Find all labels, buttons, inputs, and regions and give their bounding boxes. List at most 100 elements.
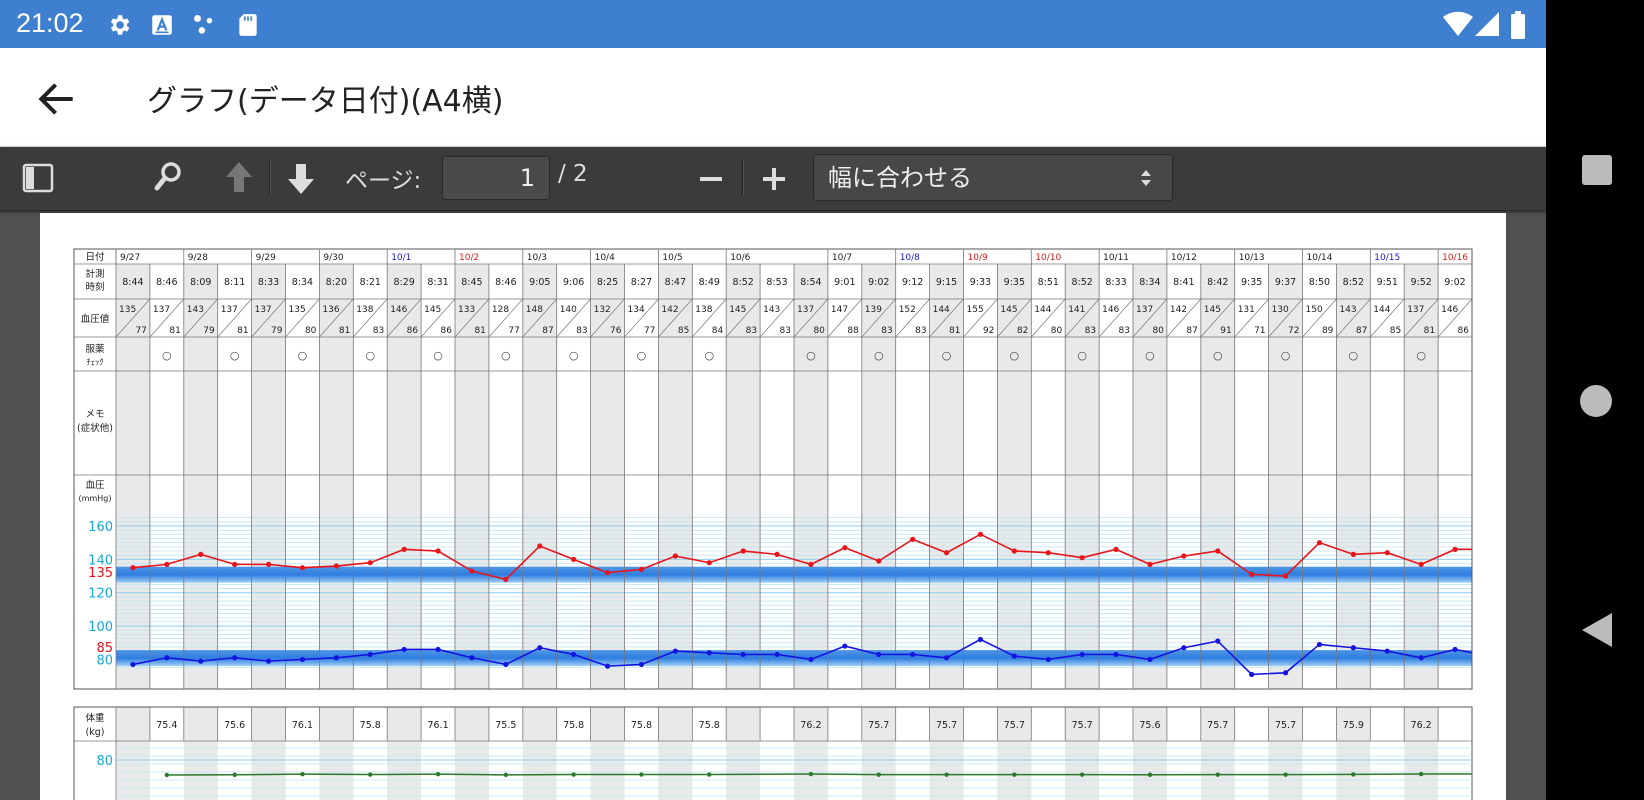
page-number-input[interactable]: 1	[442, 156, 550, 200]
diastolic-point	[1147, 656, 1153, 663]
weight-cell: 76.2	[1411, 720, 1432, 731]
medication-cell: ○	[569, 349, 579, 362]
systolic-point	[232, 561, 238, 567]
time-cell: 8:42	[1207, 277, 1228, 288]
diastolic-cell: 83	[746, 326, 757, 336]
weight-point	[1147, 772, 1153, 777]
time-cell: 8:54	[800, 277, 821, 288]
diastolic-point	[1350, 645, 1356, 651]
systolic-point	[1011, 548, 1017, 554]
zoom-value: 幅に合わせる	[828, 164, 972, 192]
zoom-out-icon[interactable]	[700, 176, 722, 182]
date-label: 10/1	[391, 253, 411, 263]
diastolic-point	[1113, 651, 1119, 658]
date-label: 9/27	[120, 253, 140, 263]
weight-point	[300, 771, 305, 777]
diastolic-cell: 79	[271, 326, 283, 336]
systolic-cell: 133	[458, 305, 475, 315]
diastolic-cell: 86	[407, 326, 419, 336]
medication-cell: ○	[1416, 349, 1426, 362]
settings-icon	[110, 15, 130, 35]
diastolic-point	[774, 651, 780, 658]
medication-cell: ○	[230, 349, 240, 362]
diastolic-point	[977, 636, 984, 643]
medication-cell: ○	[433, 349, 443, 362]
weight-cell: 76.1	[427, 720, 448, 731]
systolic-cell: 138	[356, 305, 373, 315]
systolic-point	[604, 570, 611, 576]
zoom-select[interactable]: 幅に合わせる	[813, 154, 1173, 201]
screen: 21:02 グラフ(データ日付)(A4横) ページ: 1 / 2 幅に合わせる …	[0, 0, 1546, 800]
home-button[interactable]	[1579, 384, 1613, 418]
diastolic-point	[1452, 646, 1458, 653]
time-cell: 9:15	[936, 277, 957, 288]
systolic-point	[401, 546, 407, 552]
next-page-icon[interactable]	[286, 162, 316, 196]
systolic-cell: 143	[187, 305, 204, 315]
systolic-cell: 145	[424, 305, 441, 315]
back-arrow-icon[interactable]	[34, 77, 78, 121]
shaded-column	[183, 707, 218, 800]
diastolic-cell: 83	[1085, 326, 1096, 336]
systolic-cell: 138	[695, 305, 712, 315]
cell-signal-icon	[1475, 12, 1499, 36]
diastolic-point	[1045, 656, 1051, 663]
date-label: 10/16	[1442, 253, 1468, 263]
diastolic-point	[401, 646, 407, 653]
medication-cell: ○	[806, 349, 816, 362]
row-label: ﾁｪｯｸ	[86, 358, 103, 368]
systolic-cell: 137	[255, 305, 272, 315]
weight-line	[166, 773, 1472, 776]
diastolic-point	[910, 651, 916, 658]
previous-page-icon[interactable]	[224, 160, 254, 194]
weight-cell: 75.7	[1004, 720, 1025, 731]
diastolic-point	[299, 656, 306, 663]
systolic-cell: 135	[289, 305, 306, 315]
time-cell: 8:45	[461, 277, 482, 288]
navigation-bar	[1546, 0, 1644, 800]
medication-cell: ○	[162, 349, 172, 362]
y-tick-label: 120	[88, 587, 113, 602]
sidebar-toggle-icon[interactable]	[22, 163, 54, 193]
diastolic-cell: 80	[1152, 326, 1164, 336]
time-cell: 8:34	[292, 277, 313, 288]
time-cell: 9:05	[529, 277, 550, 288]
zoom-in-icon[interactable]	[763, 168, 785, 190]
diastolic-cell: 88	[847, 326, 859, 336]
pdf-toolbar: ページ: 1 / 2 幅に合わせる	[0, 147, 1546, 211]
diastolic-point	[198, 658, 204, 664]
diastolic-point	[876, 651, 882, 658]
recents-button[interactable]	[1581, 154, 1613, 186]
weight-point	[876, 772, 881, 777]
back-button[interactable]	[1581, 612, 1613, 648]
time-cell: 8:46	[156, 277, 177, 288]
diastolic-cell: 80	[813, 326, 825, 336]
time-cell: 8:25	[597, 277, 618, 288]
systolic-cell: 141	[1068, 305, 1085, 315]
date-label: 10/11	[1103, 253, 1129, 263]
time-cell: 8:11	[224, 277, 245, 288]
time-cell: 8:33	[1105, 277, 1126, 288]
diastolic-cell: 81	[169, 326, 180, 336]
time-cell: 8:41	[1173, 277, 1194, 288]
systolic-point	[774, 551, 780, 557]
time-cell: 8:52	[1343, 277, 1364, 288]
systolic-point	[638, 566, 645, 572]
shaded-column	[590, 707, 625, 800]
systolic-point	[706, 560, 712, 566]
toolbar-separator	[269, 161, 270, 195]
search-icon[interactable]	[154, 161, 184, 193]
medication-cell: ○	[704, 349, 714, 362]
systolic-cell: 145	[1204, 305, 1221, 315]
systolic-point	[1282, 573, 1289, 579]
systolic-cell: 152	[899, 305, 916, 315]
diastolic-cell: 85	[678, 326, 689, 336]
date-label: 10/13	[1239, 253, 1265, 263]
diastolic-cell: 87	[1356, 326, 1367, 336]
systolic-point	[571, 556, 577, 562]
diastolic-cell: 84	[712, 326, 724, 336]
systolic-cell: 137	[153, 305, 170, 315]
systolic-cell: 136	[322, 305, 339, 315]
systolic-point	[1045, 550, 1051, 556]
systolic-point	[1384, 550, 1390, 556]
